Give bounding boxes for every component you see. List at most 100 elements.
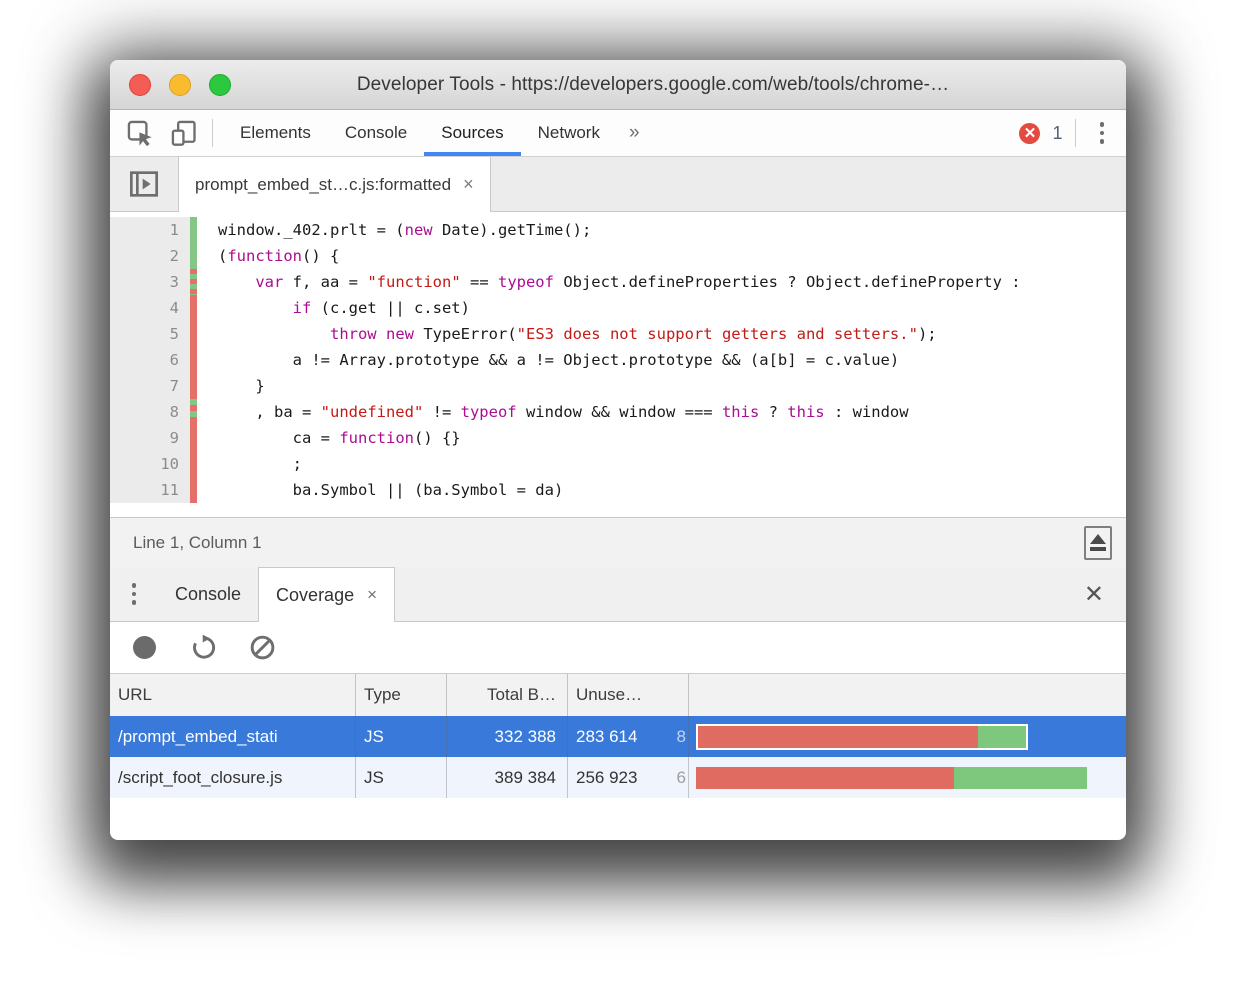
- line-number[interactable]: 2: [110, 243, 190, 269]
- line-number[interactable]: 11: [110, 477, 190, 503]
- code-line[interactable]: 7 }: [110, 373, 1126, 399]
- line-number[interactable]: 6: [110, 347, 190, 373]
- column-header-unused[interactable]: Unuse…: [568, 674, 689, 716]
- error-icon[interactable]: ✕: [1019, 123, 1040, 144]
- line-number[interactable]: 10: [110, 451, 190, 477]
- tab-console[interactable]: Console: [328, 110, 424, 156]
- line-number[interactable]: 3: [110, 269, 190, 295]
- code-line[interactable]: 10 ;: [110, 451, 1126, 477]
- record-coverage-icon[interactable]: [133, 636, 156, 659]
- usage-bar: [696, 724, 1028, 750]
- file-tab[interactable]: prompt_embed_st…c.js:formatted ×: [178, 157, 491, 212]
- code-text: ;: [197, 451, 1126, 477]
- usage-bar: [696, 767, 1087, 789]
- clear-coverage-icon[interactable]: [249, 634, 276, 661]
- column-header-url[interactable]: URL: [110, 674, 356, 716]
- coverage-gutter-mark: [190, 321, 197, 347]
- code-text: if (c.get || c.set): [197, 295, 1126, 321]
- code-text: a != Array.prototype && a != Object.prot…: [197, 347, 1126, 373]
- coverage-gutter-mark: [190, 269, 197, 295]
- close-file-tab-icon[interactable]: ×: [463, 174, 474, 195]
- code-text: , ba = "undefined" != typeof window && w…: [197, 399, 1126, 425]
- zoom-window-button[interactable]: [209, 74, 231, 96]
- minimize-window-button[interactable]: [169, 74, 191, 96]
- cell-url: /prompt_embed_stati: [110, 716, 356, 757]
- file-tab-bar: prompt_embed_st…c.js:formatted ×: [110, 157, 1126, 212]
- tab-network[interactable]: Network: [521, 110, 617, 156]
- cell-total-bytes: 332 388: [447, 716, 568, 757]
- coverage-tab-label: Coverage: [276, 585, 354, 606]
- coverage-gutter-mark: [190, 373, 197, 399]
- code-line[interactable]: 2 (function() {: [110, 243, 1126, 269]
- drawer-tab-coverage[interactable]: Coverage ×: [258, 567, 395, 622]
- reload-coverage-icon[interactable]: [189, 634, 216, 661]
- code-line[interactable]: 11 ba.Symbol || (ba.Symbol = da): [110, 477, 1126, 503]
- cell-url: /script_foot_closure.js: [110, 757, 356, 798]
- window-titlebar[interactable]: Developer Tools - https://developers.goo…: [110, 60, 1126, 110]
- cell-usage-visualization: [689, 716, 1126, 757]
- inspect-element-icon[interactable]: [124, 117, 156, 149]
- code-line[interactable]: 3 var f, aa = "function" == typeof Objec…: [110, 269, 1126, 295]
- code-text: ca = function() {}: [197, 425, 1126, 451]
- code-editor[interactable]: 1 window._402.prlt = (new Date).getTime()…: [110, 212, 1126, 517]
- drawer-menu-icon[interactable]: [110, 567, 158, 621]
- code-line[interactable]: 1 window._402.prlt = (new Date).getTime()…: [110, 217, 1126, 243]
- column-header-type[interactable]: Type: [356, 674, 447, 716]
- used-bytes-bar: [978, 726, 1026, 748]
- code-text: (function() {: [197, 243, 1126, 269]
- line-number[interactable]: 4: [110, 295, 190, 321]
- code-text: ba.Symbol || (ba.Symbol = da): [197, 477, 1126, 503]
- drawer-tab-console[interactable]: Console: [158, 567, 258, 621]
- code-text: window._402.prlt = (new Date).getTime();: [197, 217, 1126, 243]
- close-coverage-tab-icon[interactable]: ×: [367, 585, 377, 605]
- coverage-toolbar: [110, 622, 1126, 674]
- code-text: }: [197, 373, 1126, 399]
- tab-elements[interactable]: Elements: [223, 110, 328, 156]
- line-number[interactable]: 8: [110, 399, 190, 425]
- code-line[interactable]: 6 a != Array.prototype && a != Object.pr…: [110, 347, 1126, 373]
- editor-status-bar: Line 1, Column 1: [110, 517, 1126, 567]
- column-header-usage[interactable]: [689, 674, 1126, 716]
- coverage-table: URL Type Total B… Unuse… /prompt_embed_s…: [110, 674, 1126, 840]
- toolbar-separator: [212, 119, 213, 147]
- line-number[interactable]: 9: [110, 425, 190, 451]
- coverage-gutter-mark: [190, 347, 197, 373]
- close-window-button[interactable]: [129, 74, 151, 96]
- table-row[interactable]: /prompt_embed_statiJS332 388283 6148: [110, 716, 1126, 757]
- unused-bytes-bar: [696, 767, 954, 789]
- used-bytes-bar: [954, 767, 1087, 789]
- code-line[interactable]: 9 ca = function() {}: [110, 425, 1126, 451]
- devtools-toolbar: Elements Console Sources Network » ✕ 1: [110, 110, 1126, 157]
- line-number[interactable]: 5: [110, 321, 190, 347]
- code-line[interactable]: 4 if (c.get || c.set): [110, 295, 1126, 321]
- error-count[interactable]: 1: [1052, 123, 1062, 144]
- coverage-gutter-mark: [190, 477, 197, 503]
- tab-sources[interactable]: Sources: [424, 110, 520, 156]
- code-text: throw new TypeError("ES3 does not suppor…: [197, 321, 1126, 347]
- pretty-print-icon[interactable]: [1084, 526, 1112, 560]
- show-navigator-icon[interactable]: [110, 157, 178, 211]
- line-number[interactable]: 1: [110, 217, 190, 243]
- toolbar-separator: [1075, 119, 1076, 147]
- table-row[interactable]: /script_foot_closure.jsJS389 384256 9236: [110, 757, 1126, 798]
- column-header-total[interactable]: Total B…: [447, 674, 568, 716]
- code-line[interactable]: 8 , ba = "undefined" != typeof window &&…: [110, 399, 1126, 425]
- close-drawer-icon[interactable]: ✕: [1084, 567, 1126, 621]
- coverage-gutter-mark: [190, 399, 197, 425]
- more-tabs-chevron[interactable]: »: [617, 110, 652, 156]
- line-number[interactable]: 7: [110, 373, 190, 399]
- cell-total-bytes: 389 384: [447, 757, 568, 798]
- file-tab-label: prompt_embed_st…c.js:formatted: [195, 175, 451, 195]
- coverage-gutter-mark: [190, 295, 197, 321]
- cell-type: JS: [356, 716, 447, 757]
- coverage-table-header: URL Type Total B… Unuse…: [110, 674, 1126, 716]
- coverage-gutter-mark: [190, 243, 197, 269]
- devtools-menu-icon[interactable]: [1088, 122, 1117, 144]
- device-toolbar-icon[interactable]: [168, 117, 200, 149]
- code-line[interactable]: 5 throw new TypeError("ES3 does not supp…: [110, 321, 1126, 347]
- devtools-window: Developer Tools - https://developers.goo…: [110, 60, 1126, 840]
- cell-type: JS: [356, 757, 447, 798]
- window-title: Developer Tools - https://developers.goo…: [287, 74, 949, 96]
- coverage-gutter-mark: [190, 217, 197, 243]
- panel-tabs: Elements Console Sources Network »: [223, 110, 652, 156]
